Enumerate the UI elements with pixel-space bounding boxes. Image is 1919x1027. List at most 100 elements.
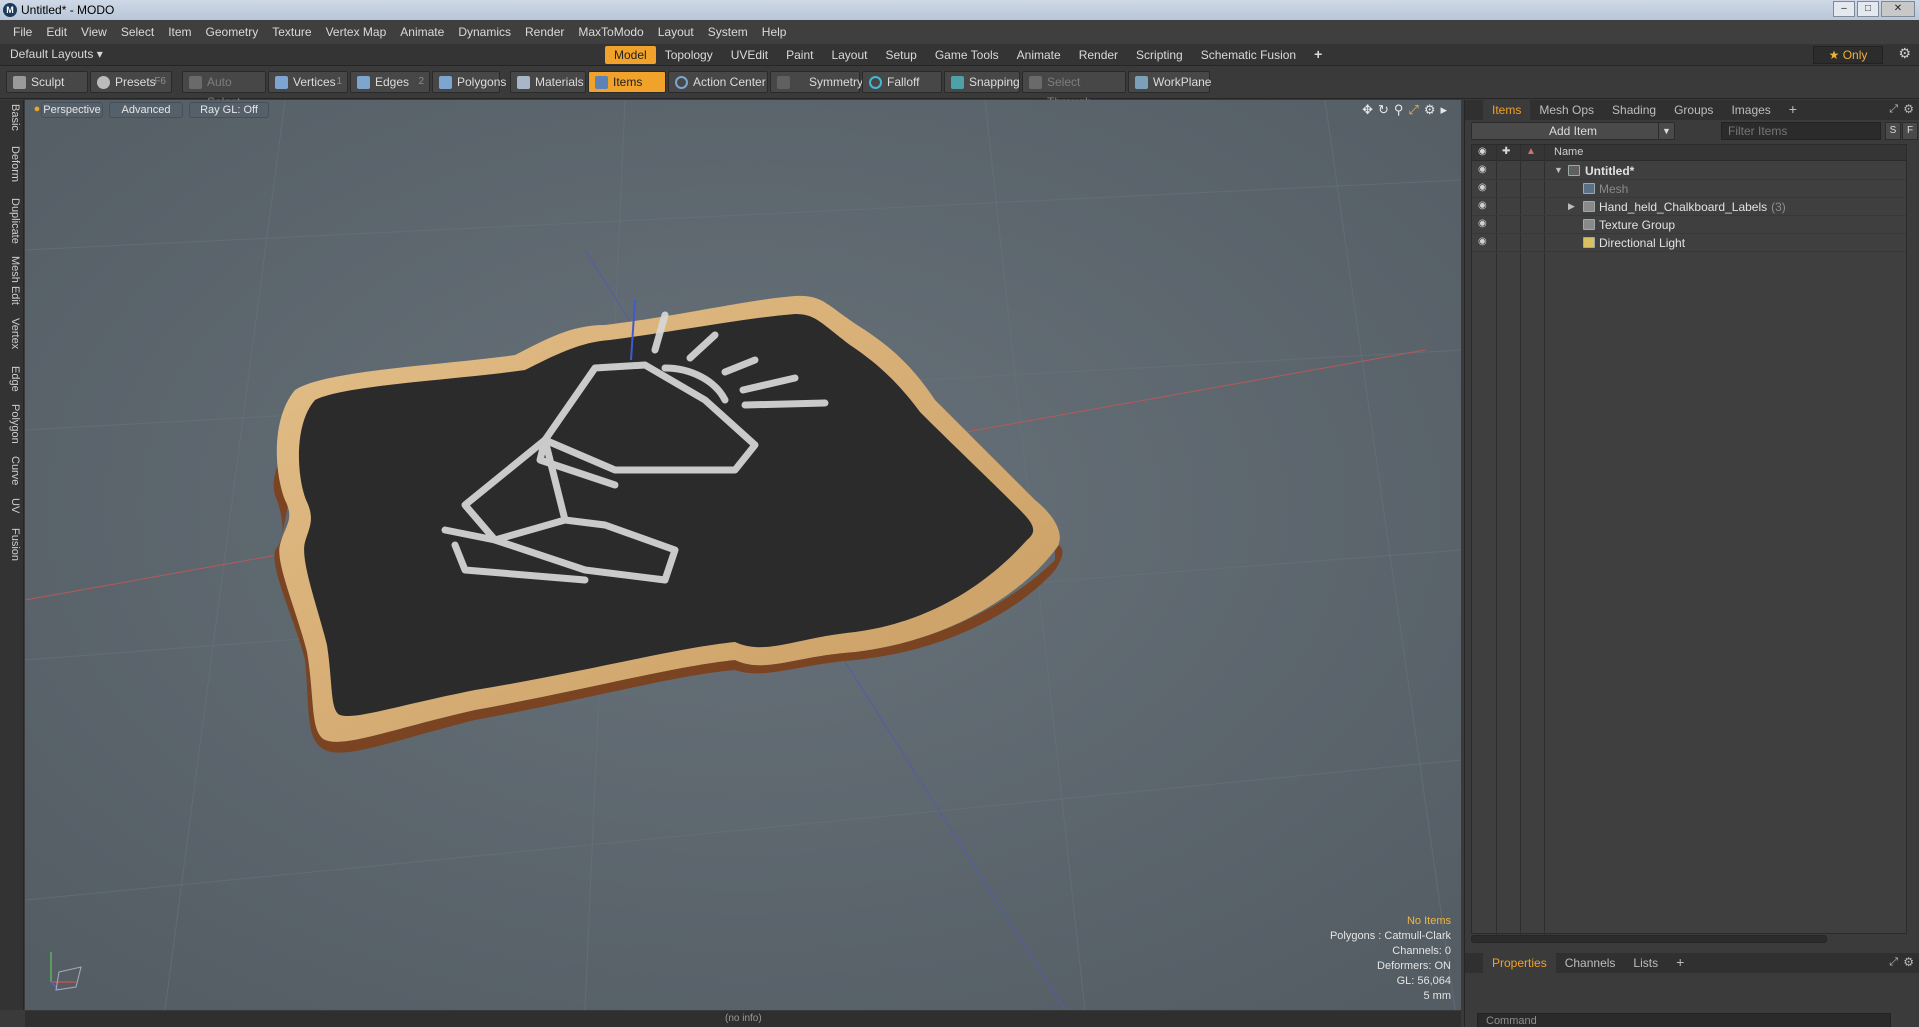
vertices-button[interactable]: Vertices 1 [268,71,348,93]
tree-row[interactable]: ◉ ▼ Untitled* [1472,162,1906,180]
tab-schematic-fusion[interactable]: Schematic Fusion [1192,46,1305,64]
render-column-icon[interactable]: ▲ [1526,146,1536,157]
menu-dynamics[interactable]: Dynamics [451,25,518,39]
fit-icon[interactable]: ⤢ [1408,102,1418,118]
settings-icon[interactable]: ⚙ [1424,102,1436,118]
menu-file[interactable]: File [6,25,39,39]
menu-layout[interactable]: Layout [651,25,701,39]
tab-game-tools[interactable]: Game Tools [926,46,1008,64]
expand-panel-icon[interactable]: ⤢ [1889,956,1898,969]
tab-edge[interactable]: Edge [3,366,21,392]
eye-icon[interactable]: ◉ [1478,219,1490,229]
sculpt-button[interactable]: Sculpt [6,71,88,93]
add-properties-tab-button[interactable]: + [1667,953,1693,973]
tab-channels[interactable]: Channels [1556,953,1625,973]
menu-vertex-map[interactable]: Vertex Map [319,25,394,39]
panel-gear-icon[interactable]: ⚙ [1903,955,1914,969]
tab-groups[interactable]: Groups [1665,100,1722,120]
tab-shading[interactable]: Shading [1603,100,1665,120]
falloff-button[interactable]: Falloff [862,71,942,93]
tab-render[interactable]: Render [1070,46,1127,64]
menu-help[interactable]: Help [755,25,794,39]
viewport-menu-icon[interactable]: ● [33,102,41,118]
rotate-icon[interactable]: ↻ [1378,102,1389,118]
materials-button[interactable]: Materials [510,71,586,93]
items-button[interactable]: Items [588,71,666,93]
tab-duplicate[interactable]: Duplicate [3,198,21,244]
filter-items-input[interactable] [1721,122,1881,140]
tree-row[interactable]: ◉ ▶ Hand_held_Chalkboard_Labels (3) [1472,198,1906,216]
add-item-dropdown[interactable]: Add Item ▼ [1471,122,1675,140]
tab-model[interactable]: Model [605,46,656,64]
tab-uv[interactable]: UV [3,498,21,513]
view-dropdown[interactable]: Perspective [41,102,103,118]
add-panel-tab-button[interactable]: + [1780,100,1806,120]
eye-icon[interactable]: ◉ [1478,183,1490,193]
menu-texture[interactable]: Texture [265,25,318,39]
add-layout-tab-button[interactable]: + [1305,46,1331,64]
minimize-button[interactable]: – [1833,1,1855,17]
eye-icon[interactable]: ◉ [1478,201,1490,211]
workplane-button[interactable]: WorkPlane [1128,71,1211,93]
expand-panel-icon[interactable]: ⤢ [1889,103,1898,116]
menu-animate[interactable]: Animate [393,25,451,39]
visibility-column-icon[interactable]: ◉ [1478,146,1487,157]
tab-items[interactable]: Items [1483,100,1531,120]
presets-button[interactable]: Presets F6 [90,71,172,93]
tab-scripting[interactable]: Scripting [1127,46,1192,64]
3d-viewport[interactable]: ● Perspective Advanced Ray GL: Off ✥ ↻ ⚲… [25,100,1461,1010]
select-through-button[interactable]: Select Through [1022,71,1126,109]
tree-row[interactable]: ◉ Mesh [1472,180,1906,198]
polygons-button[interactable]: Polygons [432,71,506,93]
close-button[interactable]: ✕ [1881,1,1915,17]
menu-view[interactable]: View [74,25,114,39]
tab-curve[interactable]: Curve [3,456,21,485]
collapse-triangle-icon[interactable]: ▼ [1554,165,1563,175]
s-button[interactable]: S [1885,122,1901,140]
tab-polygon[interactable]: Polygon [3,404,21,444]
tab-paint[interactable]: Paint [777,46,822,64]
tab-lists[interactable]: Lists [1624,953,1667,973]
tab-mesh-edit[interactable]: Mesh Edit [3,256,21,305]
expand-icon[interactable]: ▸ [1440,102,1447,118]
edges-button[interactable]: Edges 2 [350,71,430,93]
tree-row[interactable]: ◉ Directional Light [1472,234,1906,252]
eye-icon[interactable]: ◉ [1478,165,1490,175]
tab-mesh-ops[interactable]: Mesh Ops [1530,100,1603,120]
menu-geometry[interactable]: Geometry [199,25,266,39]
default-layouts-dropdown[interactable]: Default Layouts ▾ [10,47,103,61]
tree-row[interactable]: ◉ Texture Group [1472,216,1906,234]
shading-dropdown[interactable]: Advanced [109,102,183,118]
auto-select-button[interactable]: Auto Select [182,71,266,109]
gear-icon[interactable]: ⚙ [1898,45,1911,62]
name-column-header[interactable]: Name [1554,146,1583,158]
lock-column-icon[interactable]: ✚ [1502,146,1510,157]
tab-vertex[interactable]: Vertex [3,318,21,349]
panel-gear-icon[interactable]: ⚙ [1903,102,1914,116]
tab-properties[interactable]: Properties [1483,953,1556,973]
maximize-button[interactable]: □ [1857,1,1879,17]
snapping-button[interactable]: Snapping [944,71,1020,93]
command-input[interactable]: Command [1477,1013,1891,1027]
tab-uvedit[interactable]: UVEdit [722,46,777,64]
menu-item[interactable]: Item [161,25,198,39]
eye-icon[interactable]: ◉ [1478,237,1490,247]
menu-maxtomodo[interactable]: MaxToModo [571,25,650,39]
tab-setup[interactable]: Setup [876,46,925,64]
only-toggle[interactable]: ★ Only [1813,46,1883,64]
menu-system[interactable]: System [701,25,755,39]
tab-layout[interactable]: Layout [822,46,876,64]
tab-basic[interactable]: Basic [3,104,21,131]
raygl-toggle[interactable]: Ray GL: Off [189,102,269,118]
pan-icon[interactable]: ✥ [1362,102,1373,118]
action-center-button[interactable]: Action Center [668,71,768,93]
zoom-icon[interactable]: ⚲ [1394,102,1404,118]
menu-edit[interactable]: Edit [39,25,74,39]
tab-topology[interactable]: Topology [656,46,722,64]
tab-fusion[interactable]: Fusion [3,528,21,561]
menu-select[interactable]: Select [114,25,161,39]
expand-triangle-icon[interactable]: ▶ [1568,201,1575,212]
tab-deform[interactable]: Deform [3,146,21,182]
tree-scrollbar[interactable] [1471,935,1827,943]
symmetry-button[interactable]: Symmetry [770,71,863,93]
